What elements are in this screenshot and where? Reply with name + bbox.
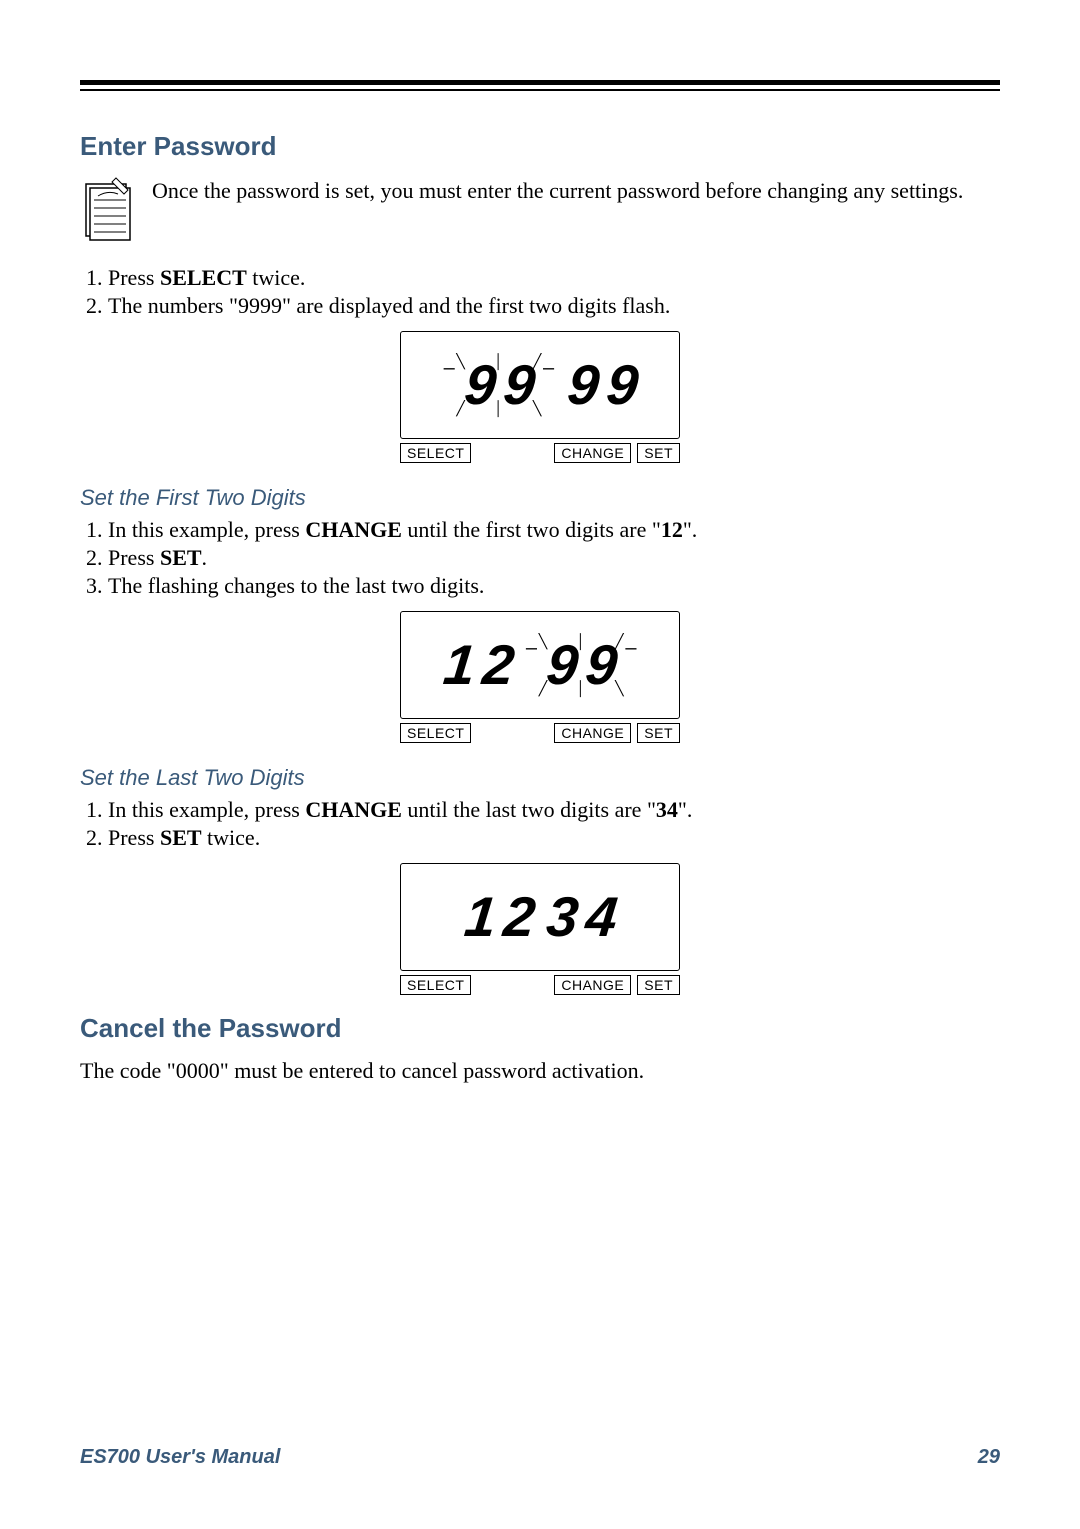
step: In this example, press CHANGE until the … [108, 797, 1000, 823]
heading-last-two: Set the Last Two Digits [80, 765, 1000, 791]
change-button-label: CHANGE [554, 443, 631, 463]
step-bold: CHANGE [305, 517, 402, 542]
cancel-text: The code "0000" must be entered to cance… [80, 1058, 1000, 1084]
step-bold: CHANGE [305, 797, 402, 822]
notepad-icon [80, 176, 134, 247]
step: Press SET. [108, 545, 1000, 571]
step: In this example, press CHANGE until the … [108, 517, 1000, 543]
lcd-display-9999: ╲│╱ – 9 9 – ╱│╲ 9 9 SELECT CHANGE SET [400, 331, 680, 463]
steps-last-two: In this example, press CHANGE until the … [108, 797, 1000, 851]
step-text: In this example, press [108, 517, 305, 542]
change-button-label: CHANGE [554, 723, 631, 743]
step: The flashing changes to the last two dig… [108, 573, 1000, 599]
lcd-screen: 1 2 3 4 [400, 863, 680, 971]
lcd-button-row: SELECT CHANGE SET [400, 443, 680, 463]
step-bold: SELECT [160, 265, 247, 290]
lcd-display-1234: 1 2 3 4 SELECT CHANGE SET [400, 863, 680, 995]
flash-marks-bottom: ╱│╲ [524, 680, 639, 697]
digit-pair-right: 9 9 [566, 357, 638, 413]
step-text: In this example, press [108, 797, 305, 822]
step-bold: 12 [661, 517, 683, 542]
step-text: Press [108, 265, 160, 290]
digit: 1 [439, 637, 478, 693]
step-text: ". [678, 797, 692, 822]
page-top-rule [80, 80, 1000, 91]
lcd-button-row: SELECT CHANGE SET [400, 975, 680, 995]
heading-first-two: Set the First Two Digits [80, 485, 1000, 511]
step-text: until the last two digits are " [402, 797, 656, 822]
digit: 3 [542, 889, 581, 945]
step-bold: SET [160, 545, 202, 570]
step-bold: 34 [656, 797, 678, 822]
set-button-label: SET [637, 443, 680, 463]
set-button-label: SET [637, 975, 680, 995]
digit-pair-left: 1 2 [442, 637, 514, 693]
note-block: Once the password is set, you must enter… [80, 176, 1000, 247]
digit: 2 [478, 637, 517, 693]
note-text: Once the password is set, you must enter… [152, 176, 963, 206]
page-footer: ES700 User's Manual 29 [80, 1446, 1000, 1469]
step-bold: SET [160, 825, 202, 850]
digit-pair-right: ╲│╱ – 9 9 – ╱│╲ [524, 637, 639, 693]
step-text: . [202, 545, 208, 570]
step-text: twice. [202, 825, 261, 850]
flash-marks-bottom: ╱│╲ [442, 400, 557, 417]
step-text: ". [683, 517, 697, 542]
footer-page-number: 29 [978, 1446, 1000, 1469]
steps-enter-password: Press SELECT twice. The numbers "9999" a… [108, 265, 1000, 319]
lcd-screen: 1 2 ╲│╱ – 9 9 – ╱│╲ [400, 611, 680, 719]
step: The numbers "9999" are displayed and the… [108, 293, 1000, 319]
select-button-label: SELECT [400, 723, 471, 743]
set-button-label: SET [637, 723, 680, 743]
step-text: until the first two digits are " [402, 517, 661, 542]
lcd-screen: ╲│╱ – 9 9 – ╱│╲ 9 9 [400, 331, 680, 439]
digit-pair-left: 1 2 [463, 889, 535, 945]
digit: 4 [581, 889, 620, 945]
select-button-label: SELECT [400, 443, 471, 463]
heading-cancel-password: Cancel the Password [80, 1013, 1000, 1044]
digit: 9 [602, 357, 641, 413]
lcd-button-row: SELECT CHANGE SET [400, 723, 680, 743]
flash-marks-top: ╲│╱ [442, 353, 557, 370]
lcd-display-1299: 1 2 ╲│╱ – 9 9 – ╱│╲ SELECT CHANGE SET [400, 611, 680, 743]
step-text: twice. [247, 265, 306, 290]
step-text: Press [108, 545, 160, 570]
change-button-label: CHANGE [554, 975, 631, 995]
digit: 9 [563, 357, 602, 413]
step-text: Press [108, 825, 160, 850]
digit: 2 [499, 889, 538, 945]
digit: 1 [460, 889, 499, 945]
step: Press SELECT twice. [108, 265, 1000, 291]
select-button-label: SELECT [400, 975, 471, 995]
flash-marks-top: ╲│╱ [524, 633, 639, 650]
digit-pair-right: 3 4 [545, 889, 617, 945]
heading-enter-password: Enter Password [80, 131, 1000, 162]
step: Press SET twice. [108, 825, 1000, 851]
digit-pair-left: ╲│╱ – 9 9 – ╱│╲ [442, 357, 557, 413]
footer-title: ES700 User's Manual [80, 1446, 280, 1469]
steps-first-two: In this example, press CHANGE until the … [108, 517, 1000, 599]
